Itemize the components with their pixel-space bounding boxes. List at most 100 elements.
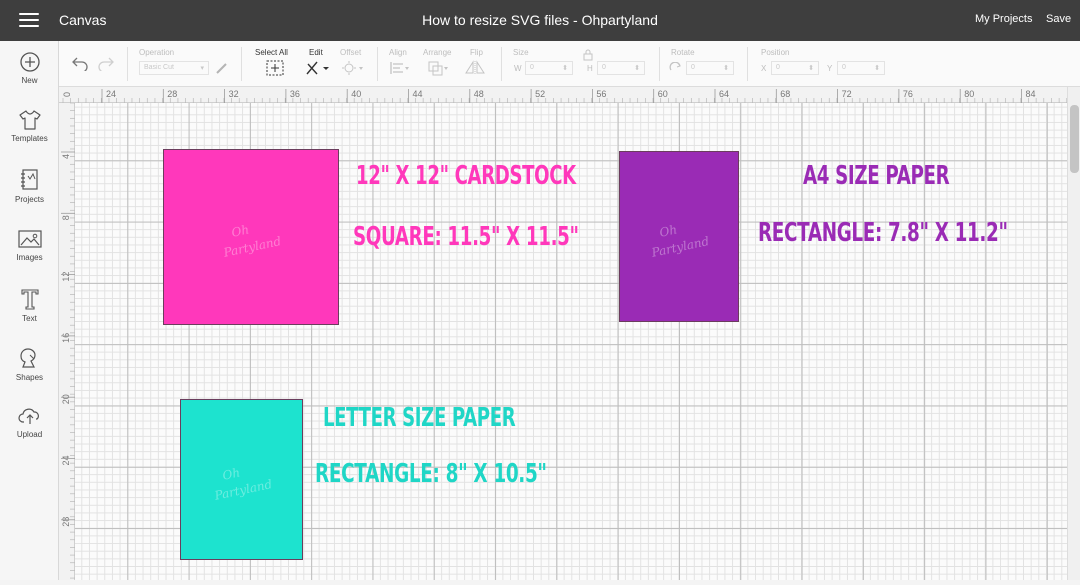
toolbar-separator [377, 47, 378, 81]
a4-rectangle[interactable]: Oh Partyland [619, 151, 739, 322]
ohpartyland-watermark: Oh Partyland [212, 465, 273, 503]
offset-label: Offset [340, 48, 362, 57]
pen-icon [216, 63, 227, 74]
cardstock-square[interactable]: Oh Partyland [163, 149, 339, 325]
rotate-input[interactable]: 0 ⬍ [686, 61, 734, 75]
sidebar-item-templates[interactable]: Templates [0, 109, 59, 167]
watermark-line2: Partyland [649, 233, 710, 259]
shirt-icon [18, 110, 41, 130]
edit-label: Edit [309, 48, 323, 57]
ruler-tick-label: 68 [780, 89, 790, 99]
ruler-tick-label: 72 [842, 89, 852, 99]
watermark-line1: Oh [221, 465, 241, 482]
lock-icon [583, 49, 593, 61]
save-button[interactable]: Save [1046, 13, 1071, 25]
arrange-label: Arrange [423, 48, 452, 57]
ruler-tick-label: 28 [167, 89, 177, 99]
pos-y-value: 0 [842, 64, 846, 71]
text-icon [20, 289, 39, 310]
stepper-icon: ⬍ [723, 65, 729, 72]
stepper-icon: ⬍ [874, 65, 880, 72]
toolbar-separator [659, 47, 660, 81]
flip-label: Flip [470, 48, 483, 57]
stepper-icon: ⬍ [634, 65, 640, 72]
rotate-value: 0 [691, 64, 695, 71]
chevron-down-icon: ▾ [200, 65, 204, 72]
rotate-label: Rotate [671, 48, 695, 57]
projects-icon [20, 169, 38, 190]
size-w-label: W [514, 64, 522, 73]
sidebar-label-new: New [21, 76, 38, 85]
operation-select[interactable]: Basic Cut ▾ [139, 61, 209, 75]
sidebar-item-text[interactable]: Text [0, 287, 59, 345]
sidebar-item-shapes[interactable]: Shapes [0, 346, 59, 404]
top-ruler-marks: 0 24 28 32 36 40 44 48 52 56 60 64 68 72 76 80 84 [62, 89, 1068, 103]
offset-icon [342, 61, 363, 75]
height-input[interactable]: 0 ⬍ [597, 61, 645, 75]
sidebar-label-projects: Projects [15, 195, 44, 204]
a4-title: A4 SIZE PAPER [803, 161, 950, 191]
height-value: 0 [602, 64, 606, 71]
redo-icon[interactable] [97, 55, 115, 71]
ohpartyland-watermark: Oh Partyland [221, 222, 282, 260]
vertical-scrollbar[interactable] [1067, 87, 1080, 580]
ruler-tick-label: 36 [290, 89, 300, 99]
toolbar-separator [127, 47, 128, 81]
ruler-tick-label: 48 [474, 89, 484, 99]
sidebar-item-new[interactable]: New [0, 51, 59, 109]
left-ruler: 4 8 12 16 20 24 28 [59, 102, 75, 580]
size-h-label: H [587, 64, 593, 73]
ruler-tick-label: 4 [61, 154, 71, 159]
sidebar-item-projects[interactable]: Projects [0, 168, 59, 226]
edit-toolbar: Operation Basic Cut ▾ Select All Edit Off… [59, 41, 1080, 87]
ruler-tick-label: 28 [61, 517, 71, 527]
toolbar-separator [501, 47, 502, 81]
ruler-tick-label: 60 [658, 89, 668, 99]
watermark-line1: Oh [230, 222, 250, 239]
ruler-tick-label: 16 [61, 333, 71, 343]
align-label: Align [389, 48, 407, 57]
my-projects-button[interactable]: My Projects [975, 13, 1032, 25]
top-bar: Canvas How to resize SVG files - Ohparty… [0, 0, 1080, 41]
ruler-tick-label: 0 [62, 92, 72, 97]
plus-circle-icon [19, 52, 40, 72]
ruler-tick-label: 52 [535, 89, 545, 99]
sidebar-label-shapes: Shapes [15, 373, 44, 382]
ruler-tick-label: 40 [351, 89, 361, 99]
sidebar-item-images[interactable]: Images [0, 228, 59, 286]
ruler-tick-label: 56 [596, 89, 606, 99]
rotate-icon [669, 62, 681, 71]
letter-rectangle[interactable]: Oh Partyland [180, 399, 303, 560]
scrollbar-thumb[interactable] [1070, 105, 1079, 173]
position-x-input[interactable]: 0 ⬍ [771, 61, 819, 75]
size-label: Size [513, 48, 529, 57]
design-canvas[interactable]: Oh Partyland 12" X 12" CARDSTOCK SQUARE:… [75, 103, 1067, 580]
watermark-line1: Oh [658, 222, 678, 239]
arrange-icon [428, 61, 448, 76]
top-ruler: 0 24 28 32 36 40 44 48 52 56 60 64 68 72 76 80 84 [59, 87, 1068, 103]
a4-subtitle: RECTANGLE: 7.8" X 11.2" [758, 218, 1008, 248]
select-all-icon[interactable] [266, 60, 284, 76]
ruler-tick-label: 44 [413, 89, 423, 99]
sidebar-label-text: Text [22, 314, 37, 323]
left-ruler-marks: 4 8 12 16 20 24 28 [61, 102, 75, 579]
operation-label: Operation [139, 48, 175, 57]
ruler-tick-label: 76 [903, 89, 913, 99]
toolbar-separator [747, 47, 748, 81]
width-input[interactable]: 0 ⬍ [525, 61, 573, 75]
stepper-icon: ⬍ [808, 65, 814, 72]
ruler-tick-label: 8 [61, 215, 71, 220]
undo-icon[interactable] [71, 55, 89, 71]
sidebar-item-upload[interactable]: Upload [0, 405, 59, 463]
cardstock-title: 12" X 12" CARDSTOCK [356, 161, 576, 191]
letter-title: LETTER SIZE PAPER [323, 403, 516, 433]
sidebar-label-templates: Templates [11, 134, 48, 143]
document-title: How to resize SVG files - Ohpartyland [422, 12, 658, 28]
edit-tools-icon[interactable] [305, 60, 329, 76]
pos-x-label: X [761, 64, 767, 73]
position-y-input[interactable]: 0 ⬍ [837, 61, 885, 75]
operation-value: Basic Cut [144, 64, 174, 71]
left-sidebar: New Templates Projects Images Text Shape… [0, 41, 59, 580]
sidebar-label-images: Images [16, 253, 43, 262]
sidebar-label-upload: Upload [16, 430, 43, 439]
